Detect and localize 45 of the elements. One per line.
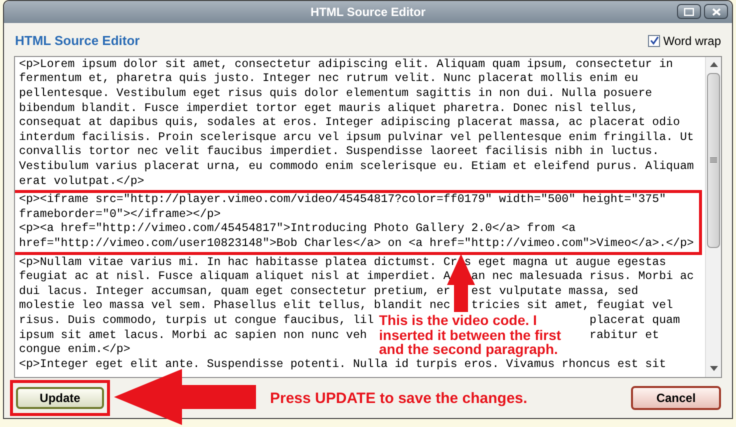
- scrollbar[interactable]: [705, 56, 721, 378]
- code-line: placerat quam: [590, 314, 680, 327]
- code-line: Vestibulum varius placerat urna, eu commodo enim scelerisque eu. Etiam et eleifend purus. Aliquam: [19, 160, 694, 174]
- cancel-button[interactable]: Cancel: [631, 386, 721, 410]
- code-line: tricies sit amet, feugiat vel: [471, 299, 673, 312]
- update-hint-text: Press UPDATE to save the changes.: [270, 389, 528, 410]
- code-line: feugiat ac at nisl. Fusce aliquam aliquet nisl at imperdiet. A: [19, 270, 450, 284]
- code-line: rabitur et: [590, 328, 660, 342]
- code-line: <p><a href="http://vimeo.com/45454817">Introducing Photo Gallery 2.0</a> from <a: [19, 222, 576, 236]
- code-line: congue enim.</p>: [19, 343, 130, 356]
- code-line: fermentum et, pharetra quis justo. Integer nec rutrum velit. Nunc placerat mollis enim eu: [19, 72, 638, 86]
- code-line: <p>Lorem ipsum dolor sit amet, consectetur adipiscing elit. Aliquam quam ipsum, consectetur in: [19, 58, 673, 71]
- code-line: s eget magna ut augue egestas: [464, 256, 666, 269]
- scroll-thumb[interactable]: [707, 72, 720, 248]
- close-button[interactable]: [704, 4, 728, 20]
- word-wrap-label: Word wrap: [663, 32, 721, 50]
- scroll-down-icon[interactable]: [710, 366, 718, 372]
- code-line: pellentesque. Vestibulum eget risus quis dolor elementum sagittis in non dui. Nulla posuere: [19, 87, 652, 100]
- maximize-button[interactable]: [677, 4, 701, 20]
- code-line: bibendum blandit. Fusce imperdiet tortor eget mauris aliquet pharetra. Donec nisl tellus,: [19, 102, 638, 115]
- code-line: href="http://vimeo.com/user10823148">Bob Charles</a> on <a href="http://vimeo.com">Vimeo</a>.</p>: [19, 237, 694, 250]
- callout-text: and the second paragraph.: [379, 342, 559, 357]
- code-line: dui lacus. Integer accumsan, quam eget consectetur pretium, er: [19, 284, 450, 298]
- callout-text: This is the video code. I: [379, 313, 538, 328]
- code-line: <p>Integer eget elit ante. Suspendisse potenti. Nulla id turpis eros. Vivamus rhoncus est sit: [19, 358, 666, 371]
- word-wrap-checkbox[interactable]: [648, 34, 660, 47]
- code-line: an nec malesuada risus. Morbi ac: [471, 270, 694, 284]
- code-line: <p>Nullam vitae varius mi. In hac habitasse platea dictumst. Cr: [19, 256, 458, 269]
- maximize-icon: [684, 8, 694, 16]
- code-line: frameborder="0"></iframe></p>: [19, 208, 221, 221]
- scroll-up-icon[interactable]: [710, 62, 718, 67]
- code-line: consequat at dapibus quis, sodales at eros. Integer adipiscing placerat massa, ac placerat odio: [19, 116, 680, 130]
- code-line: erat volutpat.</p>: [19, 174, 144, 188]
- editor-heading: HTML Source Editor: [15, 32, 140, 50]
- code-line: interdum facilisis. Proin scelerisque arcu vel ipsum pulvinar vel pellentesque enim fringilla. Ut: [19, 130, 694, 144]
- window-title: HTML Source Editor: [310, 4, 426, 21]
- code-line: <p><iframe src="http://player.vimeo.com/video/45454817?color=ff0179" width="500" height="375": [19, 193, 666, 206]
- code-line: ipsum sit amet lacus. Morbi ac sapien non nunc veh: [19, 328, 367, 342]
- code-line: molestie leo massa vel sem. Phasellus elit tellus, blandit nec: [19, 299, 450, 312]
- code-line: est vulputate massa, sed: [471, 284, 638, 298]
- update-button[interactable]: Update: [16, 387, 104, 410]
- close-icon: [712, 8, 720, 16]
- code-line: convallis tortor nec velit faucibus imperdiet. Suspendisse laoreet facilisis nibh in luctus.: [19, 145, 660, 158]
- callout-text: inserted it between the first: [379, 328, 562, 342]
- code-line: risus. Duis commodo, turpis ut congue faucibus, lil: [19, 314, 374, 327]
